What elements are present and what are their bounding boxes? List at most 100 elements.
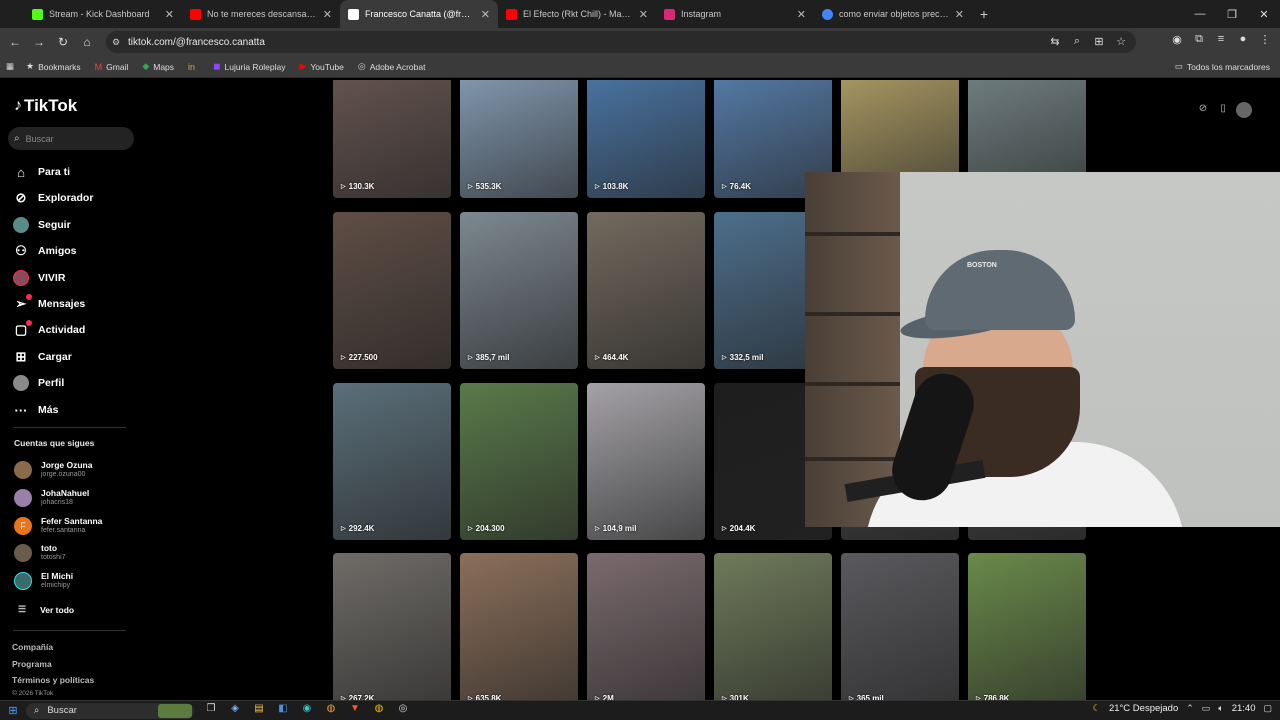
tab-youtube-2[interactable]: El Efecto (Rkt Chill) - Manu DJ ✕ [498,0,656,28]
bookmark-gmail[interactable]: M Gmail [95,62,129,72]
home-icon[interactable]: ⌂ [75,35,99,49]
nav-amigos[interactable]: ⚇ Amigos [13,241,76,261]
zoom-icon[interactable]: ⌕ [1068,35,1086,48]
close-icon[interactable]: ✕ [955,8,964,21]
notification-icon[interactable]: ▢ [1263,703,1272,714]
nav-mas[interactable]: ··· Más [13,400,59,420]
extension-badge-icon[interactable]: ◉ [1168,33,1186,46]
edge-icon[interactable]: ◉ [298,703,316,719]
nav-cargar[interactable]: ⊞ Cargar [13,347,72,367]
video-thumbnail[interactable]: ▷ 2M [587,553,705,700]
nav-perfil[interactable]: Perfil [13,373,64,393]
copilot-icon[interactable]: ◈ [226,703,244,719]
bookmark-acrobat[interactable]: ◎ Adobe Acrobat [358,61,426,72]
nav-mensajes[interactable]: ➢ Mensajes [13,294,85,314]
tiktok-logo[interactable]: ♪ TikTok [14,96,77,116]
close-icon[interactable]: ✕ [797,8,806,21]
taskbar-search[interactable]: ⌕ Buscar [26,702,194,719]
close-icon[interactable]: ✕ [639,8,648,21]
following-account[interactable]: El Michi elmichipy [14,571,73,590]
minimize-icon[interactable]: — [1184,8,1216,20]
restore-icon[interactable]: ❐ [1216,8,1248,21]
tab-youtube-1[interactable]: No te mereces descansar, pon ✕ [182,0,340,28]
bookmark-youtube[interactable]: ▶ YouTube [300,61,344,72]
bookmark-maps[interactable]: ◆ Maps [142,61,174,72]
close-icon[interactable]: ✕ [481,8,490,21]
video-thumbnail[interactable]: ▷ 786.8K [968,553,1086,700]
clock[interactable]: 21:40 [1232,703,1256,714]
tab-title: No te mereces descansar, pon [207,9,317,19]
close-icon[interactable]: ✕ [165,8,174,21]
task-view-icon[interactable]: ❐ [202,703,220,719]
following-account[interactable]: toto totoshi7 [14,543,66,562]
windows-start-icon[interactable]: ⊞ [0,704,26,717]
play-icon: ▷ [722,526,727,532]
file-explorer-icon[interactable]: ▤ [250,703,268,719]
profile-icon[interactable]: ● [1234,33,1252,46]
extensions-icon[interactable]: ⧉ [1190,33,1208,46]
video-thumbnail[interactable]: ▷ 365 mil [841,553,959,700]
following-account[interactable]: Jorge Ozuna jorge.ozuna00 [14,460,92,479]
close-window-icon[interactable]: ✕ [1248,8,1280,21]
bookmark-bookmarks[interactable]: ★ Bookmarks [26,61,81,72]
chevron-up-icon[interactable]: ⌃ [1186,703,1194,714]
bookmark-star-icon[interactable]: ☆ [1112,35,1130,48]
tab-tiktok[interactable]: Francesco Canatta (@francesco ✕ [340,0,498,28]
back-icon[interactable]: ← [3,35,27,49]
video-thumbnail[interactable]: ▷ 635.8K [460,553,578,700]
see-all-link[interactable]: ☰ Ver todo [18,604,74,615]
profile-avatar[interactable] [1236,102,1252,118]
device-icon[interactable]: ▯ [1216,103,1230,117]
bookmark-lujuria[interactable]: ◼ Lujuria Roleplay [213,61,285,72]
chrome-icon[interactable]: ◍ [322,703,340,719]
reload-icon[interactable]: ↻ [51,35,75,49]
footer-company[interactable]: Compañía [12,642,53,652]
video-thumbnail[interactable]: ▷ 227.500 [333,212,451,369]
new-tab-button[interactable]: + [972,6,996,22]
weather-text[interactable]: 21°C Despejado [1109,703,1178,714]
nav-para-ti[interactable]: ⌂ Para ti [13,162,70,182]
following-account[interactable]: JohaNahuel johacris18 [14,488,89,507]
url-input[interactable]: ⚙ tiktok.com/@francesco.canatta ⇆ ⌕ ⊞ ☆ [106,31,1136,53]
all-bookmarks[interactable]: ▭ Todos los marcadores [1175,61,1270,72]
bookmark-in[interactable]: in [188,62,199,72]
video-thumbnail[interactable]: ▷ 535.3K [460,80,578,198]
footer-program[interactable]: Programa [12,659,52,669]
video-thumbnail[interactable]: ▷ 464.4K [587,212,705,369]
nav-actividad[interactable]: ▢ Actividad [13,320,85,340]
apps-icon[interactable]: ▦ [6,61,14,72]
video-thumbnail[interactable]: ▷ 292.4K [333,383,451,540]
tab-google[interactable]: como enviar objetos preciados ✕ [814,0,972,28]
video-thumbnail[interactable]: ▷ 385,7 mil [460,212,578,369]
coins-icon[interactable]: ⊘ [1196,103,1210,117]
forward-icon[interactable]: → [27,35,51,49]
install-icon[interactable]: ⊞ [1090,35,1108,48]
nav-explorador[interactable]: ⊘ Explorador [13,188,94,208]
acrobat-icon: ◎ [357,61,366,71]
menu-icon[interactable]: ⋮ [1256,33,1274,46]
chrome-active-icon[interactable]: ◍ [370,703,388,719]
cap-logo: BOSTON [967,262,997,269]
following-account[interactable]: F Fefer Santanna fefer.santanna [14,516,102,535]
site-info-icon[interactable]: ⚙ [112,37,120,48]
network-icon[interactable]: ▭ [1202,703,1211,714]
volume-icon[interactable]: 🔈︎ [1218,703,1223,714]
outlook-icon[interactable]: ◧ [274,703,292,719]
search-input[interactable]: ⌕ Buscar [8,127,134,150]
footer-terms[interactable]: Términos y políticas [12,675,94,685]
video-thumbnail[interactable]: ▷ 104,9 mil [587,383,705,540]
nav-seguir[interactable]: Seguir [13,215,71,235]
video-thumbnail[interactable]: ▷ 103.8K [587,80,705,198]
nav-vivir[interactable]: VIVIR [13,268,65,288]
tab-instagram[interactable]: Instagram ✕ [656,0,814,28]
video-thumbnail[interactable]: ▷ 204.300 [460,383,578,540]
media-icon[interactable]: ≡ [1212,33,1230,46]
translate-icon[interactable]: ⇆ [1046,35,1064,48]
brave-icon[interactable]: ▼ [346,703,364,719]
close-icon[interactable]: ✕ [323,8,332,21]
obs-icon[interactable]: ◎ [394,703,412,719]
video-thumbnail[interactable]: ▷ 267.2K [333,553,451,700]
tab-kick[interactable]: Stream - Kick Dashboard ✕ [24,0,182,28]
video-thumbnail[interactable]: ▷ 130.3K [333,80,451,198]
video-thumbnail[interactable]: ▷ 301K [714,553,832,700]
